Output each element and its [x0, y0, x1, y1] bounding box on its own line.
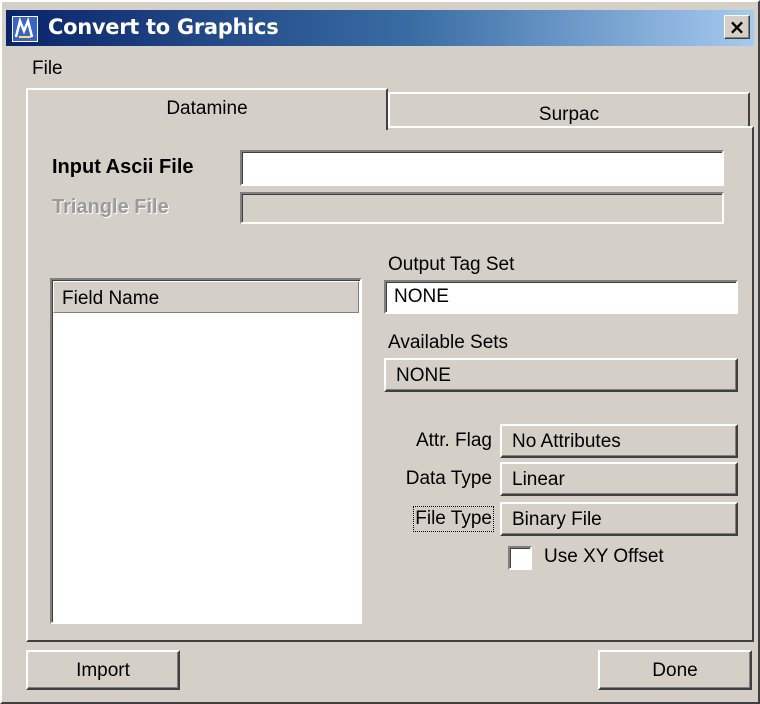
data-type-label: Data Type — [405, 468, 492, 489]
input-ascii-file-label: Input Ascii File — [52, 156, 194, 178]
field-name-column-header[interactable]: Field Name — [53, 281, 359, 313]
available-sets-label: Available Sets — [388, 332, 509, 353]
file-type-label: File Type — [413, 506, 494, 532]
use-xy-offset-checkbox[interactable] — [508, 546, 532, 570]
attr-flag-button[interactable]: No Attributes — [500, 424, 738, 458]
output-tag-set-field[interactable]: NONE — [384, 280, 738, 314]
use-xy-offset-label[interactable]: Use XY Offset — [544, 546, 664, 568]
done-button[interactable]: Done — [598, 650, 752, 690]
triangle-file-field — [240, 192, 724, 224]
output-tag-set-label: Output Tag Set — [388, 254, 515, 275]
field-name-header-label: Field Name — [62, 288, 160, 309]
attr-flag-label: Attr. Flag — [415, 430, 492, 451]
data-type-button[interactable]: Linear — [500, 462, 738, 496]
triangle-file-label: Triangle File — [52, 196, 169, 218]
import-button[interactable]: Import — [26, 650, 180, 690]
field-name-list[interactable]: Field Name — [50, 278, 362, 624]
available-sets-button[interactable]: NONE — [384, 358, 738, 392]
input-ascii-file-field[interactable] — [240, 150, 724, 186]
file-type-button[interactable]: Binary File — [500, 502, 738, 536]
